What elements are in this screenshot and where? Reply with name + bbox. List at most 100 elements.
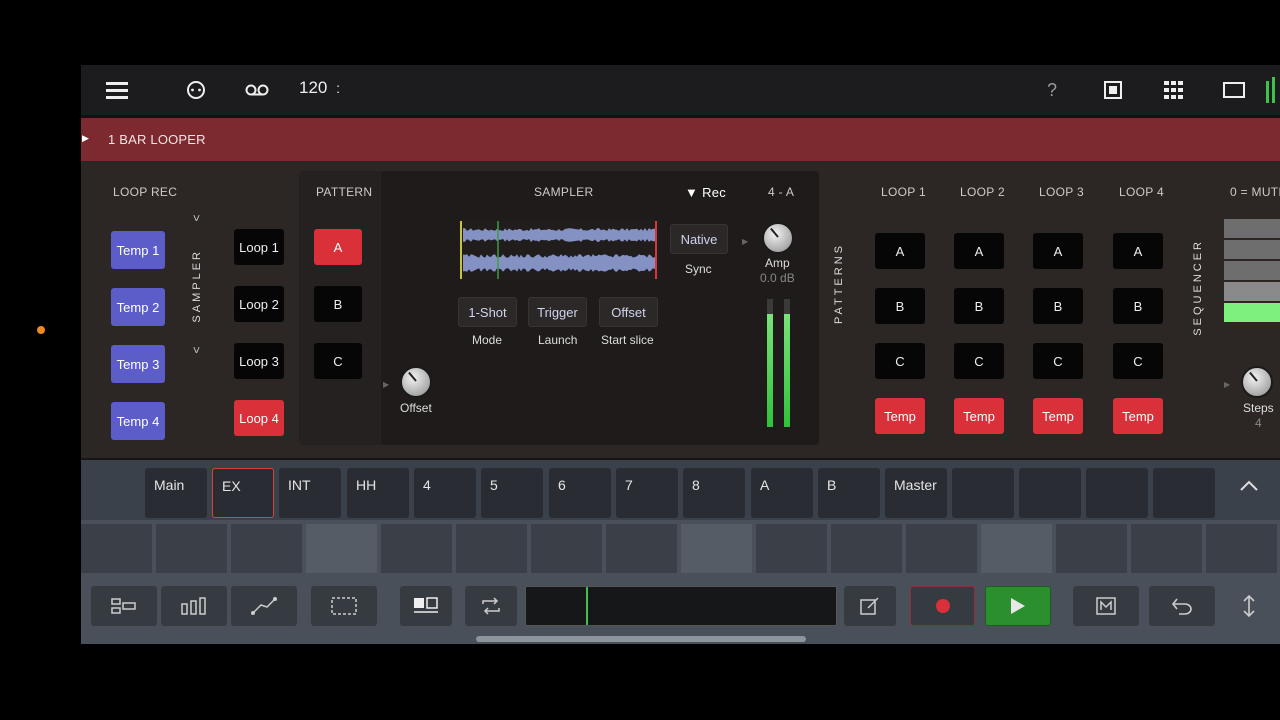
- native-sync-button[interactable]: Native: [670, 224, 728, 254]
- help-icon[interactable]: ?: [1038, 77, 1066, 103]
- steps-knob[interactable]: [1241, 366, 1273, 398]
- mode-button[interactable]: 1-Shot: [458, 297, 517, 327]
- tab-empty[interactable]: [1153, 468, 1215, 518]
- offset-knob[interactable]: [400, 366, 432, 398]
- pad[interactable]: [1206, 524, 1277, 573]
- rec-dropdown[interactable]: ▼ Rec: [685, 185, 726, 200]
- temp-3-button[interactable]: Temp 3: [111, 345, 165, 383]
- loop-3-temp-button[interactable]: Temp: [1033, 398, 1083, 434]
- loop-toggle-icon[interactable]: [465, 586, 517, 626]
- mute-cell[interactable]: [1224, 240, 1280, 259]
- mixer-list-icon[interactable]: [91, 586, 157, 626]
- loop-3-pattern-a[interactable]: A: [1033, 233, 1083, 269]
- loop-1-button[interactable]: Loop 1: [234, 229, 284, 265]
- tempo-display[interactable]: 120 :: [299, 78, 340, 98]
- launch-button[interactable]: Trigger: [528, 297, 587, 327]
- view-toggle-icon[interactable]: [400, 586, 452, 626]
- pad[interactable]: [906, 524, 977, 573]
- waveform-display[interactable]: [459, 219, 659, 281]
- loop-4-button[interactable]: Loop 4: [234, 400, 284, 436]
- record-button[interactable]: [910, 586, 975, 626]
- loop-1-label: LOOP 1: [881, 185, 926, 199]
- temp-1-button[interactable]: Temp 1: [111, 231, 165, 269]
- loop-4-pattern-b[interactable]: B: [1113, 288, 1163, 324]
- grid-view-icon[interactable]: [1160, 77, 1188, 103]
- edit-icon[interactable]: [844, 586, 896, 626]
- loop-4-temp-button[interactable]: Temp: [1113, 398, 1163, 434]
- pad[interactable]: [1131, 524, 1202, 573]
- loop-1-pattern-a[interactable]: A: [875, 233, 925, 269]
- temp-4-button[interactable]: Temp 4: [111, 402, 165, 440]
- resize-vertical-icon[interactable]: [1240, 594, 1258, 623]
- tab-7[interactable]: 7: [616, 468, 678, 518]
- pad[interactable]: [681, 524, 752, 573]
- loop-1-pattern-c[interactable]: C: [875, 343, 925, 379]
- horizontal-scrollbar[interactable]: [476, 636, 806, 642]
- pad[interactable]: [381, 524, 452, 573]
- loop-3-button[interactable]: Loop 3: [234, 343, 284, 379]
- link-icon[interactable]: [182, 77, 210, 103]
- temp-2-button[interactable]: Temp 2: [111, 288, 165, 326]
- mute-cell[interactable]: [1224, 219, 1280, 238]
- tab-main[interactable]: Main: [145, 468, 207, 518]
- pattern-b-button[interactable]: B: [314, 286, 362, 322]
- bars-icon[interactable]: [161, 586, 227, 626]
- loop-3-pattern-c[interactable]: C: [1033, 343, 1083, 379]
- pad[interactable]: [456, 524, 527, 573]
- pad[interactable]: [81, 524, 152, 573]
- tab-4[interactable]: 4: [414, 468, 476, 518]
- pad[interactable]: [1056, 524, 1127, 573]
- pad[interactable]: [831, 524, 902, 573]
- timeline-scrubber[interactable]: [525, 586, 837, 626]
- tab-5[interactable]: 5: [481, 468, 543, 518]
- tab-a[interactable]: A: [751, 468, 813, 518]
- menu-icon[interactable]: [103, 77, 131, 103]
- tab-empty[interactable]: [1086, 468, 1148, 518]
- play-button[interactable]: [985, 586, 1051, 626]
- mute-cell[interactable]: [1224, 261, 1280, 280]
- loop-2-pattern-a[interactable]: A: [954, 233, 1004, 269]
- automation-curve-icon[interactable]: [231, 586, 297, 626]
- pad[interactable]: [981, 524, 1052, 573]
- loop-3-pattern-b[interactable]: B: [1033, 288, 1083, 324]
- chevron-up-icon[interactable]: [1239, 478, 1259, 497]
- amp-knob[interactable]: [762, 222, 794, 254]
- single-view-icon[interactable]: [1099, 77, 1127, 103]
- tape-icon[interactable]: [243, 77, 271, 103]
- pad[interactable]: [231, 524, 302, 573]
- pad[interactable]: [306, 524, 377, 573]
- window-view-icon[interactable]: [1220, 77, 1248, 103]
- tab-8[interactable]: 8: [683, 468, 745, 518]
- pad[interactable]: [606, 524, 677, 573]
- tab-6[interactable]: 6: [549, 468, 611, 518]
- loop-2-temp-button[interactable]: Temp: [954, 398, 1004, 434]
- loop-4-pattern-c[interactable]: C: [1113, 343, 1163, 379]
- pad[interactable]: [756, 524, 827, 573]
- mute-cell[interactable]: [1224, 282, 1280, 301]
- pad[interactable]: [531, 524, 602, 573]
- loop-2-button[interactable]: Loop 2: [234, 286, 284, 322]
- pattern-c-button[interactable]: C: [314, 343, 362, 379]
- offset-button[interactable]: Offset: [599, 297, 658, 327]
- loop-2-pattern-b[interactable]: B: [954, 288, 1004, 324]
- tab-b[interactable]: B: [818, 468, 880, 518]
- module-header[interactable]: ▶ 1 BAR LOOPER: [81, 118, 1280, 161]
- selection-icon[interactable]: [311, 586, 377, 626]
- tab-int[interactable]: INT: [279, 468, 341, 518]
- loop-2-pattern-c[interactable]: C: [954, 343, 1004, 379]
- tab-empty[interactable]: [952, 468, 1014, 518]
- undo-icon[interactable]: [1149, 586, 1215, 626]
- tab-ex[interactable]: EX: [212, 468, 274, 518]
- tab-master[interactable]: Master: [885, 468, 947, 518]
- loop-1-pattern-b[interactable]: B: [875, 288, 925, 324]
- tab-hh[interactable]: HH: [347, 468, 409, 518]
- metronome-icon[interactable]: [1073, 586, 1139, 626]
- mute-grid[interactable]: [1224, 219, 1280, 323]
- loop-4-pattern-a[interactable]: A: [1113, 233, 1163, 269]
- expand-arrow-icon[interactable]: ▶: [82, 133, 89, 144]
- pattern-a-button[interactable]: A: [314, 229, 362, 265]
- pad[interactable]: [156, 524, 227, 573]
- tab-empty[interactable]: [1019, 468, 1081, 518]
- loop-1-temp-button[interactable]: Temp: [875, 398, 925, 434]
- mute-cell-active[interactable]: [1224, 303, 1280, 322]
